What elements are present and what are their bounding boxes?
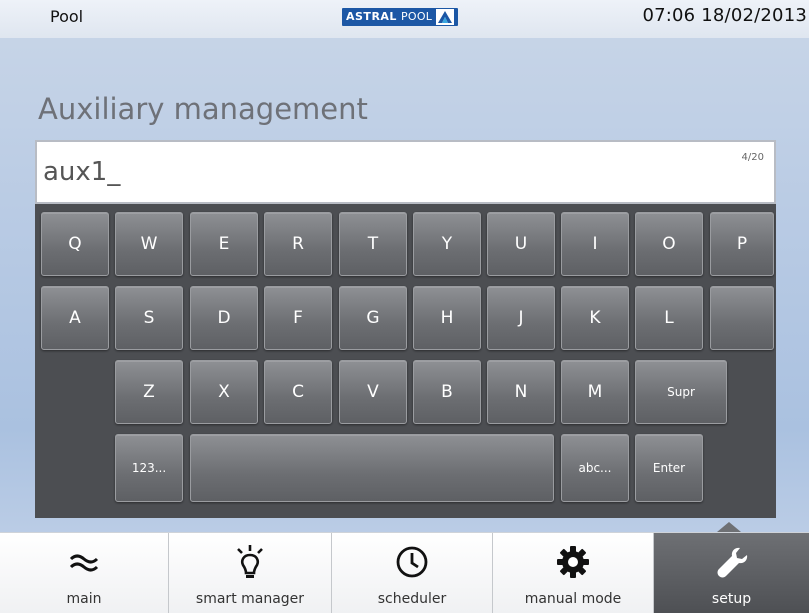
nav-label-main: main xyxy=(66,591,102,607)
letters-key[interactable]: abc... xyxy=(561,434,629,502)
astralpool-logo: ASTRAL POOL xyxy=(342,8,459,26)
key-m[interactable]: M xyxy=(561,360,629,424)
key-n[interactable]: N xyxy=(487,360,555,424)
character-counter: 4/20 xyxy=(741,152,764,163)
key-z[interactable]: Z xyxy=(115,360,183,424)
key-y[interactable]: Y xyxy=(413,212,481,276)
enter-key[interactable]: Enter xyxy=(635,434,703,502)
nav-manual-mode[interactable]: manual mode xyxy=(493,533,654,613)
delete-key[interactable]: Supr xyxy=(635,360,727,424)
key-j[interactable]: J xyxy=(487,286,555,350)
key-p[interactable]: P xyxy=(710,212,774,276)
status-bar: Pool ASTRAL POOL 07:06 18/02/2013 xyxy=(0,0,809,38)
key-d[interactable]: D xyxy=(190,286,258,350)
input-value: aux1_ xyxy=(43,157,121,187)
key-e[interactable]: E xyxy=(190,212,258,276)
datetime: 07:06 18/02/2013 xyxy=(642,5,807,26)
nav-label-smart-manager: smart manager xyxy=(195,591,305,607)
clock-icon xyxy=(332,543,492,581)
numbers-key[interactable]: 123... xyxy=(115,434,183,502)
key-f[interactable]: F xyxy=(264,286,332,350)
space-key[interactable] xyxy=(190,434,554,502)
lightbulb-icon xyxy=(169,543,331,581)
key-l[interactable]: L xyxy=(635,286,703,350)
pool-name: Pool xyxy=(50,7,84,26)
nav-label-setup: setup xyxy=(711,591,752,607)
key-g[interactable]: G xyxy=(339,286,407,350)
key-k[interactable]: K xyxy=(561,286,629,350)
on-screen-keyboard: Q W E R T Y U I O P A S D F G H J K L Z … xyxy=(35,204,776,518)
nav-smart-manager[interactable]: smart manager xyxy=(169,533,332,613)
page-title: Auxiliary management xyxy=(38,92,368,126)
logo-mark-icon xyxy=(436,9,455,25)
key-i[interactable]: I xyxy=(561,212,629,276)
nav-label-scheduler: scheduler xyxy=(377,591,447,607)
wrench-icon xyxy=(654,543,809,581)
nav-setup[interactable]: setup xyxy=(654,533,809,613)
key-w[interactable]: W xyxy=(115,212,183,276)
key-x[interactable]: X xyxy=(190,360,258,424)
key-a[interactable]: A xyxy=(41,286,109,350)
key-t[interactable]: T xyxy=(339,212,407,276)
key-r[interactable]: R xyxy=(264,212,332,276)
key-blank[interactable] xyxy=(710,286,774,350)
key-o[interactable]: O xyxy=(635,212,703,276)
key-u[interactable]: U xyxy=(487,212,555,276)
key-q[interactable]: Q xyxy=(41,212,109,276)
nav-scheduler[interactable]: scheduler xyxy=(332,533,493,613)
key-h[interactable]: H xyxy=(413,286,481,350)
key-v[interactable]: V xyxy=(339,360,407,424)
key-s[interactable]: S xyxy=(115,286,183,350)
gear-icon xyxy=(493,543,653,581)
nav-main[interactable]: main xyxy=(0,533,169,613)
active-tab-indicator xyxy=(717,522,741,532)
bottom-nav: main smart manager scheduler manual mode… xyxy=(0,532,809,613)
approx-wave-icon xyxy=(0,543,168,581)
key-b[interactable]: B xyxy=(413,360,481,424)
logo-text-bold: ASTRAL xyxy=(346,10,397,23)
nav-label-manual-mode: manual mode xyxy=(524,591,622,607)
logo-text-light: POOL xyxy=(400,10,433,23)
name-input-field[interactable]: aux1_ 4/20 xyxy=(35,140,776,204)
key-c[interactable]: C xyxy=(264,360,332,424)
